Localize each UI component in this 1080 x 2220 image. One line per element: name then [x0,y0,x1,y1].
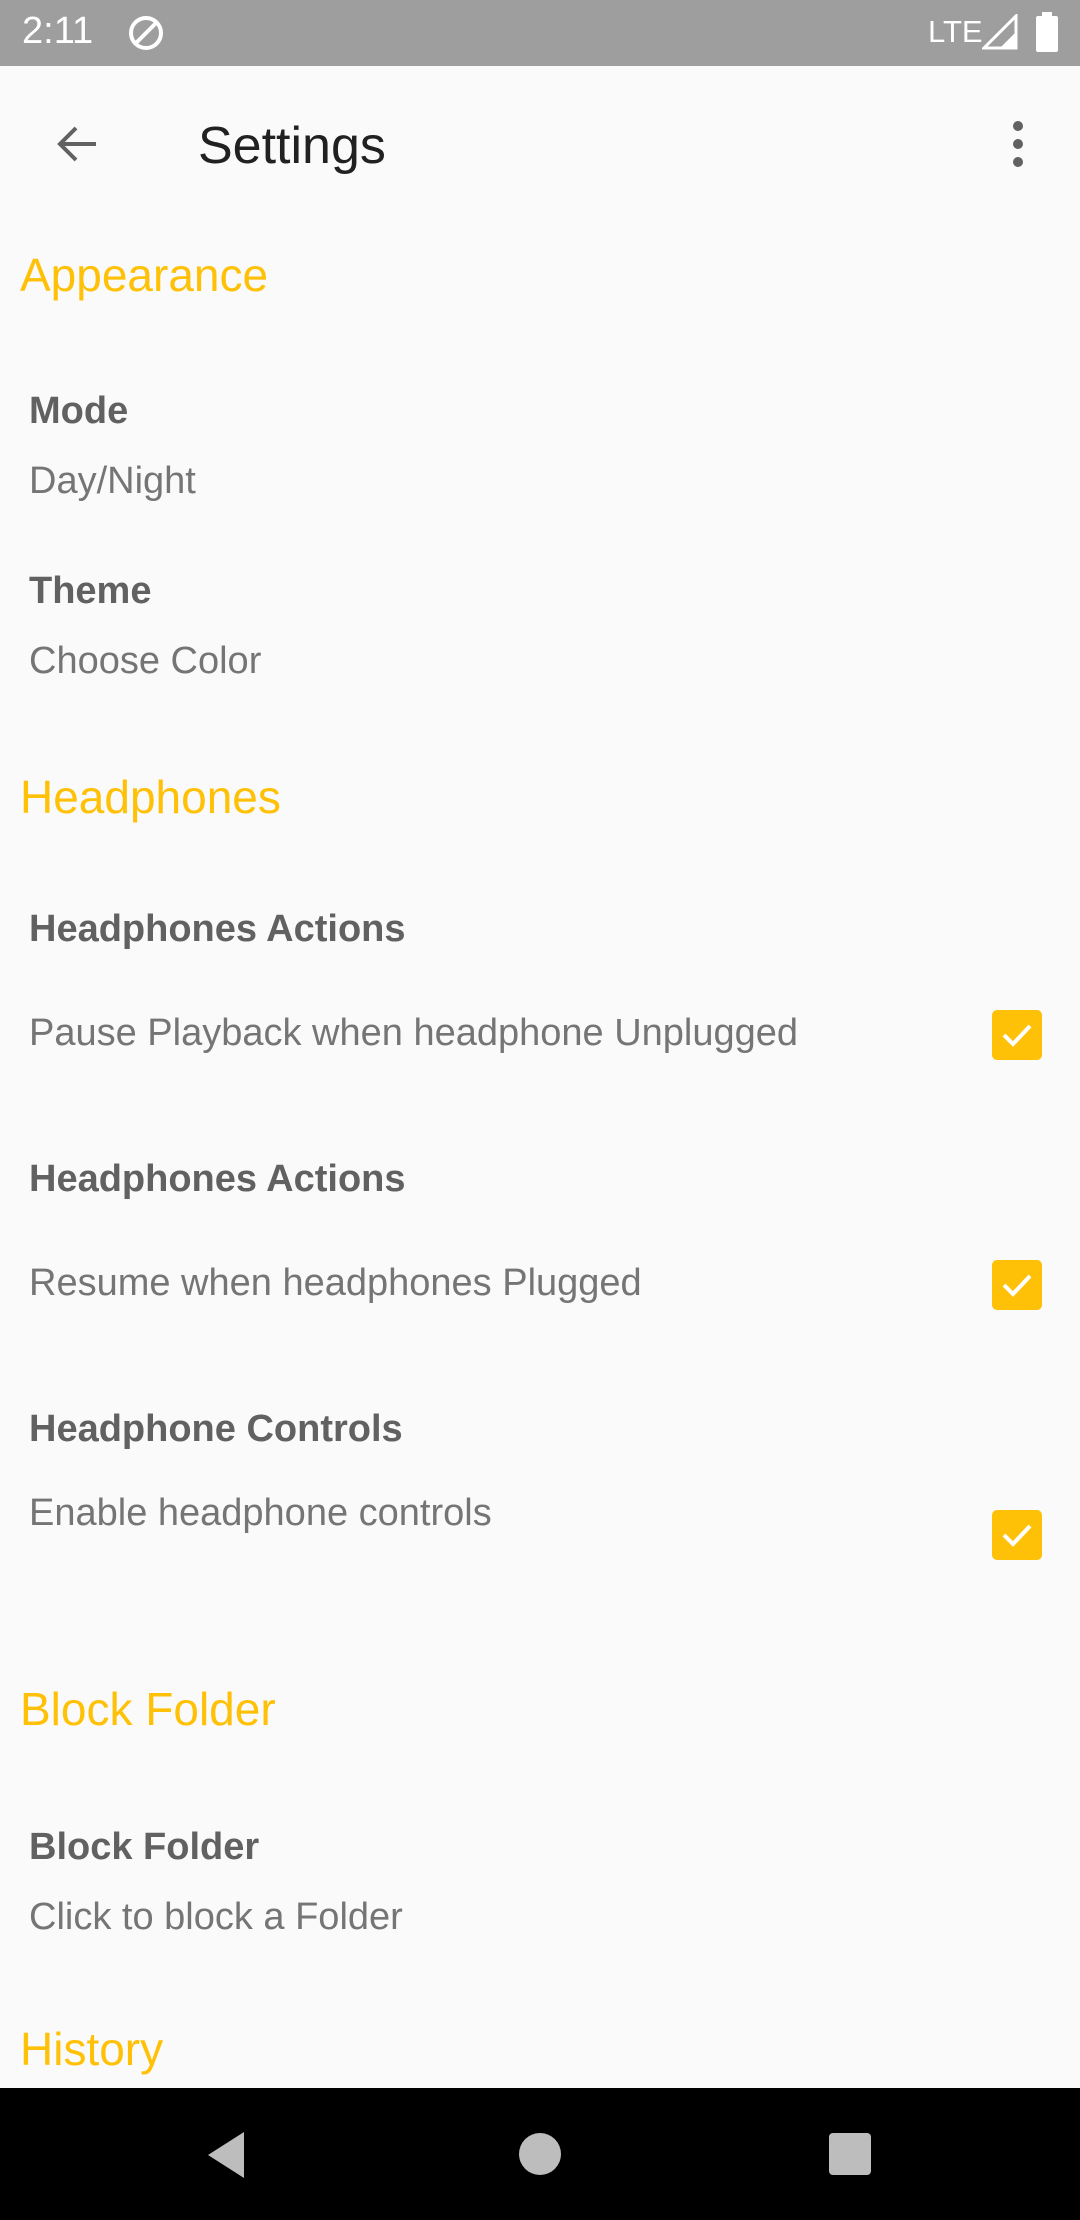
pref-summary: Pause Playback when headphone Unplugged [29,1012,799,1054]
pref-pause-on-unplug[interactable]: Headphones Actions Pause Playback when h… [0,890,1080,1110]
page-title: Settings [198,117,386,175]
nav-recents-icon[interactable] [829,2133,871,2175]
pref-title: Block Folder [29,1826,260,1868]
toolbar: Settings [0,66,1080,222]
pref-summary: Enable headphone controls [29,1492,492,1534]
nav-home-icon[interactable] [519,2133,561,2175]
pref-title: Headphones Actions [29,908,406,950]
pref-title: Headphones Actions [29,1158,406,1200]
pref-summary: Day/Night [29,460,196,502]
pref-summary: Click to block a Folder [29,1896,403,1938]
section-header-history: History [20,2023,164,2075]
nav-back-icon[interactable] [204,2130,248,2180]
resume-on-plug-checkbox[interactable] [992,1260,1042,1310]
pref-resume-on-plug[interactable]: Headphones Actions Resume when headphone… [0,1140,1080,1360]
signal-icon [982,14,1018,50]
pref-headphone-controls[interactable]: Headphone Controls Enable headphone cont… [0,1390,1080,1610]
back-button[interactable] [40,108,112,180]
more-options-button[interactable] [988,108,1048,180]
battery-icon [1036,12,1058,52]
pref-theme[interactable]: Theme Choose Color [0,552,1080,712]
pref-title: Mode [29,390,129,432]
section-header-headphones: Headphones [20,771,281,823]
check-icon [1002,1524,1032,1547]
check-icon [1002,1274,1032,1297]
do-not-disturb-icon [129,16,163,50]
pref-mode[interactable]: Mode Day/Night [0,372,1080,532]
arrow-back-icon [57,126,96,162]
section-header-block-folder: Block Folder [20,1683,276,1735]
section-header-appearance: Appearance [20,249,269,301]
pref-summary: Resume when headphones Plugged [29,1262,642,1304]
navigation-bar [0,2088,1080,2220]
status-bar: 2:11 LTE [0,0,1080,66]
pause-on-unplug-checkbox[interactable] [992,1010,1042,1060]
status-time: 2:11 [22,10,94,52]
pref-title: Theme [29,570,152,612]
pref-block-folder[interactable]: Block Folder Click to block a Folder [0,1808,1080,1968]
headphone-controls-checkbox[interactable] [992,1510,1042,1560]
settings-screen: 2:11 LTE Settings Appearance Mode Day/Ni… [0,0,1080,2220]
pref-summary: Choose Color [29,640,262,682]
pref-title: Headphone Controls [29,1408,403,1450]
check-icon [1002,1024,1032,1047]
network-type: LTE [928,14,983,49]
more-vert-icon [1013,121,1023,167]
